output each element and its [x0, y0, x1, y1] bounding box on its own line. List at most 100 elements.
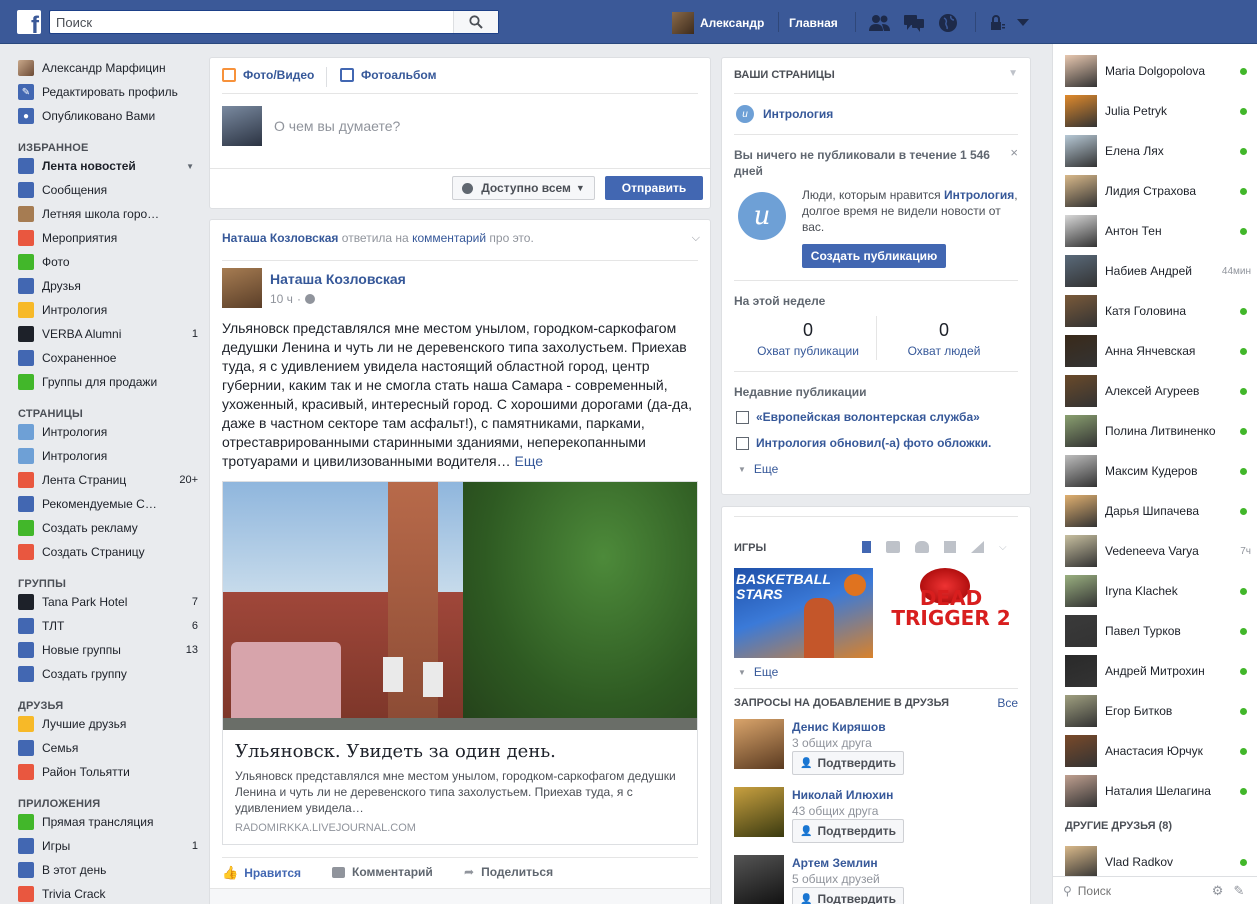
recent-post-1[interactable]: «Европейская волонтерская служба»: [736, 410, 980, 424]
sidebar-item-edit-profile[interactable]: ✎ Редактировать профиль: [18, 82, 198, 102]
chat-contact[interactable]: Набиев Андрей 44мин: [1065, 255, 1251, 287]
chat-contact[interactable]: Полина Литвиненко: [1065, 415, 1251, 447]
game-dead-trigger-2[interactable]: DEAD TRIGGER 2: [880, 568, 1019, 658]
compose-icon[interactable]: ✎: [1233, 883, 1244, 899]
sidebar-item-friend-list[interactable]: Район Тольятти: [18, 762, 198, 782]
thumbs-up-icon[interactable]: [886, 541, 900, 553]
reach-posts-label[interactable]: Охват публикации: [736, 344, 880, 358]
chat-contact[interactable]: Дарья Шипачева: [1065, 495, 1251, 527]
comment-button[interactable]: Комментарий: [332, 865, 433, 879]
sidebar-item-app[interactable]: Игры 1: [18, 836, 198, 856]
chat-contact[interactable]: Антон Тен: [1065, 215, 1251, 247]
friend-requests-icon[interactable]: [868, 12, 892, 34]
award-icon[interactable]: [944, 541, 956, 553]
profile-link[interactable]: Александр: [672, 11, 764, 35]
facebook-logo-icon[interactable]: f: [17, 10, 41, 34]
confirm-request-button[interactable]: 👤 Подтвердить: [792, 819, 904, 843]
sidebar-item-favorite[interactable]: Друзья: [18, 276, 198, 296]
notice-page-link[interactable]: Интрология: [944, 188, 1014, 202]
sidebar-item-group[interactable]: ТЛТ 6: [18, 616, 198, 636]
sidebar-item-favorite[interactable]: Интрология: [18, 300, 198, 320]
sidebar-item-page[interactable]: Рекомендуемые С…: [18, 494, 198, 514]
chat-contact[interactable]: Maria Dolgopolova: [1065, 55, 1251, 87]
game-basketball-stars[interactable]: BASKETBALL STARS: [734, 568, 873, 658]
sidebar-item-favorite[interactable]: Фото: [18, 252, 198, 272]
create-post-button[interactable]: Создать публикацию: [802, 244, 946, 268]
link-preview[interactable]: Ульяновск. Увидеть за один день. Ульянов…: [222, 481, 698, 845]
chat-search-input[interactable]: [1077, 883, 1198, 898]
chat-contact[interactable]: Максим Кудеров: [1065, 455, 1251, 487]
chat-contact[interactable]: Vlad Radkov: [1065, 846, 1251, 878]
sidebar-item-page[interactable]: Лента Страниц 20+: [18, 470, 198, 490]
author-avatar[interactable]: [222, 268, 262, 308]
chat-contact[interactable]: Павел Турков: [1065, 615, 1251, 647]
search-button[interactable]: [453, 11, 498, 33]
chat-contact[interactable]: Julia Petryk: [1065, 95, 1251, 127]
more-link[interactable]: ▼ Еще: [738, 462, 778, 476]
post-author-link[interactable]: Наташа Козловская: [270, 271, 406, 287]
chevron-down-icon[interactable]: ▼: [186, 162, 194, 171]
sidebar-item-group[interactable]: Tana Park Hotel 7: [18, 592, 198, 612]
chat-contact[interactable]: Катя Головина: [1065, 295, 1251, 327]
sidebar-item-app[interactable]: В этот день: [18, 860, 198, 880]
chat-contact[interactable]: Егор Битков: [1065, 695, 1251, 727]
story-actor-link[interactable]: Наташа Козловская: [222, 231, 338, 245]
chat-contact[interactable]: Vedeneeva Varya 7ч: [1065, 535, 1251, 567]
tab-photo-album[interactable]: Фотоальбом: [340, 68, 436, 82]
requester-name[interactable]: Денис Киряшов: [792, 720, 886, 734]
sidebar-item-favorite[interactable]: VERBA Alumni 1: [18, 324, 198, 344]
chat-contact[interactable]: Анастасия Юрчук: [1065, 735, 1251, 767]
see-more-link[interactable]: Еще: [515, 453, 544, 469]
bookmark-icon[interactable]: [862, 541, 871, 553]
post-time[interactable]: 10 ч: [270, 292, 293, 306]
composer-input[interactable]: О чем вы думаете?: [274, 118, 400, 134]
sidebar-item-page[interactable]: Создать рекламу: [18, 518, 198, 538]
tab-photo-video[interactable]: Фото/Видео: [222, 68, 314, 82]
account-menu-chevron-down-icon[interactable]: [1013, 12, 1033, 34]
friends-icon[interactable]: [915, 541, 929, 553]
messages-icon[interactable]: [902, 12, 926, 34]
confirm-request-button[interactable]: 👤 Подтвердить: [792, 751, 904, 775]
sidebar-item-friend-list[interactable]: Семья: [18, 738, 198, 758]
sidebar-item-profile[interactable]: Александр Марфицин: [18, 58, 198, 78]
sidebar-item-page[interactable]: Интрология: [18, 446, 198, 466]
like-button[interactable]: 👍 Нравится: [222, 865, 301, 881]
sidebar-item-page[interactable]: Интрология: [18, 422, 198, 442]
privacy-selector[interactable]: Доступно всем ▼: [452, 176, 595, 200]
sidebar-item-group[interactable]: Создать группу: [18, 664, 198, 684]
sidebar-item-friend-list[interactable]: Лучшие друзья: [18, 714, 198, 734]
chevron-down-icon[interactable]: ▼: [1008, 68, 1018, 79]
notifications-globe-icon[interactable]: [936, 12, 960, 34]
avatar[interactable]: [734, 855, 784, 904]
sidebar-item-favorite[interactable]: Сохраненное: [18, 348, 198, 368]
sidebar-item-page[interactable]: Создать Страницу: [18, 542, 198, 562]
sidebar-item-favorite[interactable]: Мероприятия: [18, 228, 198, 248]
search-input[interactable]: [50, 11, 450, 33]
sidebar-item-app[interactable]: Trivia Crack: [18, 884, 198, 904]
post-submit-button[interactable]: Отправить: [605, 176, 703, 200]
chat-contact[interactable]: Анна Янчевская: [1065, 335, 1251, 367]
avatar[interactable]: [734, 787, 784, 837]
share-button[interactable]: ➦ Поделиться: [464, 865, 553, 879]
page-link-introl[interactable]: u Интрология: [736, 105, 833, 123]
sidebar-item-your-posts[interactable]: ● Опубликовано Вами: [18, 106, 198, 126]
chevron-down-icon[interactable]: ⌵: [999, 542, 1007, 553]
chat-contact[interactable]: Алексей Агуреев: [1065, 375, 1251, 407]
sidebar-item-app[interactable]: Прямая трансляция: [18, 812, 198, 832]
reach-people-label[interactable]: Охват людей: [872, 344, 1016, 358]
requester-name[interactable]: Николай Илюхин: [792, 788, 893, 802]
post-options-chevron-down-icon[interactable]: ⌵: [692, 232, 700, 245]
chat-contact[interactable]: Елена Лях: [1065, 135, 1251, 167]
chat-contact[interactable]: Лидия Страхова: [1065, 175, 1251, 207]
sidebar-item-group[interactable]: Новые группы 13: [18, 640, 198, 660]
close-icon[interactable]: ×: [1010, 145, 1018, 160]
requester-name[interactable]: Артем Землин: [792, 856, 878, 870]
sidebar-item-favorite[interactable]: Сообщения: [18, 180, 198, 200]
chat-contact[interactable]: Iryna Klachek: [1065, 575, 1251, 607]
see-all-requests-link[interactable]: Все: [997, 696, 1018, 710]
chart-icon[interactable]: [971, 541, 984, 553]
sidebar-item-favorite[interactable]: Лента новостей ▼: [18, 156, 198, 176]
chat-contact[interactable]: Андрей Митрохин: [1065, 655, 1251, 687]
more-link[interactable]: ▼ Еще: [738, 665, 778, 679]
gear-icon[interactable]: ⚙: [1212, 883, 1224, 899]
